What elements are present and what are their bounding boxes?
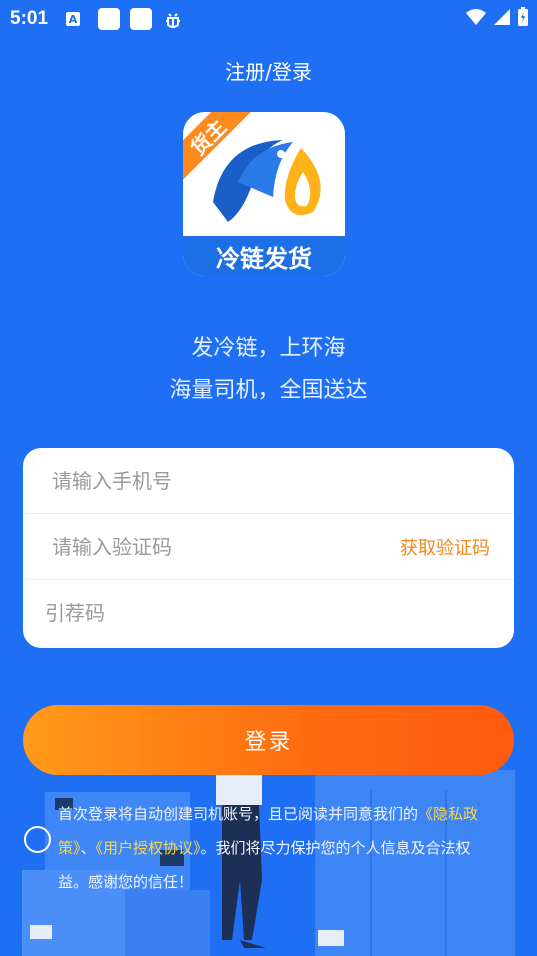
referral-row	[23, 580, 514, 646]
slogan-line-2: 海量司机，全国送达	[169, 378, 368, 403]
wifi-icon	[465, 8, 487, 30]
agreement-separator: 、	[80, 839, 96, 857]
user-agreement-link[interactable]: 《用户授权协议》	[96, 839, 201, 857]
notification-square-icon	[98, 8, 121, 30]
logo-band-text: 冷链发货	[183, 236, 345, 276]
status-time: 5:01	[10, 8, 49, 29]
bug-icon	[162, 8, 184, 30]
slogan-line-1: 发冷链，上环海	[191, 336, 346, 361]
signal-icon	[493, 8, 511, 30]
agreement-radio[interactable]	[24, 826, 51, 853]
agreement-text-before: 首次登录将自动创建司机账号，且已阅读并同意我们的	[58, 805, 419, 823]
page-title: 注册/登录	[225, 60, 312, 84]
notification-square-icon	[130, 8, 153, 30]
code-row: 获取验证码	[23, 514, 514, 580]
verification-code-input[interactable]	[52, 534, 352, 559]
phone-row	[23, 448, 514, 514]
get-code-button[interactable]: 获取验证码	[400, 514, 490, 580]
agreement-text: 首次登录将自动创建司机账号，且已阅读并同意我们的《隐私政策》、《用户授权协议》。…	[58, 797, 498, 899]
app-logo: 货主 冷链发货	[183, 112, 345, 276]
status-bar: 5:01 A	[0, 0, 537, 38]
referral-code-input[interactable]	[45, 601, 345, 625]
battery-icon	[517, 7, 529, 31]
a-icon: A	[66, 12, 81, 26]
login-button[interactable]: 登录	[23, 705, 514, 775]
phone-input[interactable]	[52, 468, 352, 493]
login-form-card: 获取验证码	[23, 448, 514, 648]
